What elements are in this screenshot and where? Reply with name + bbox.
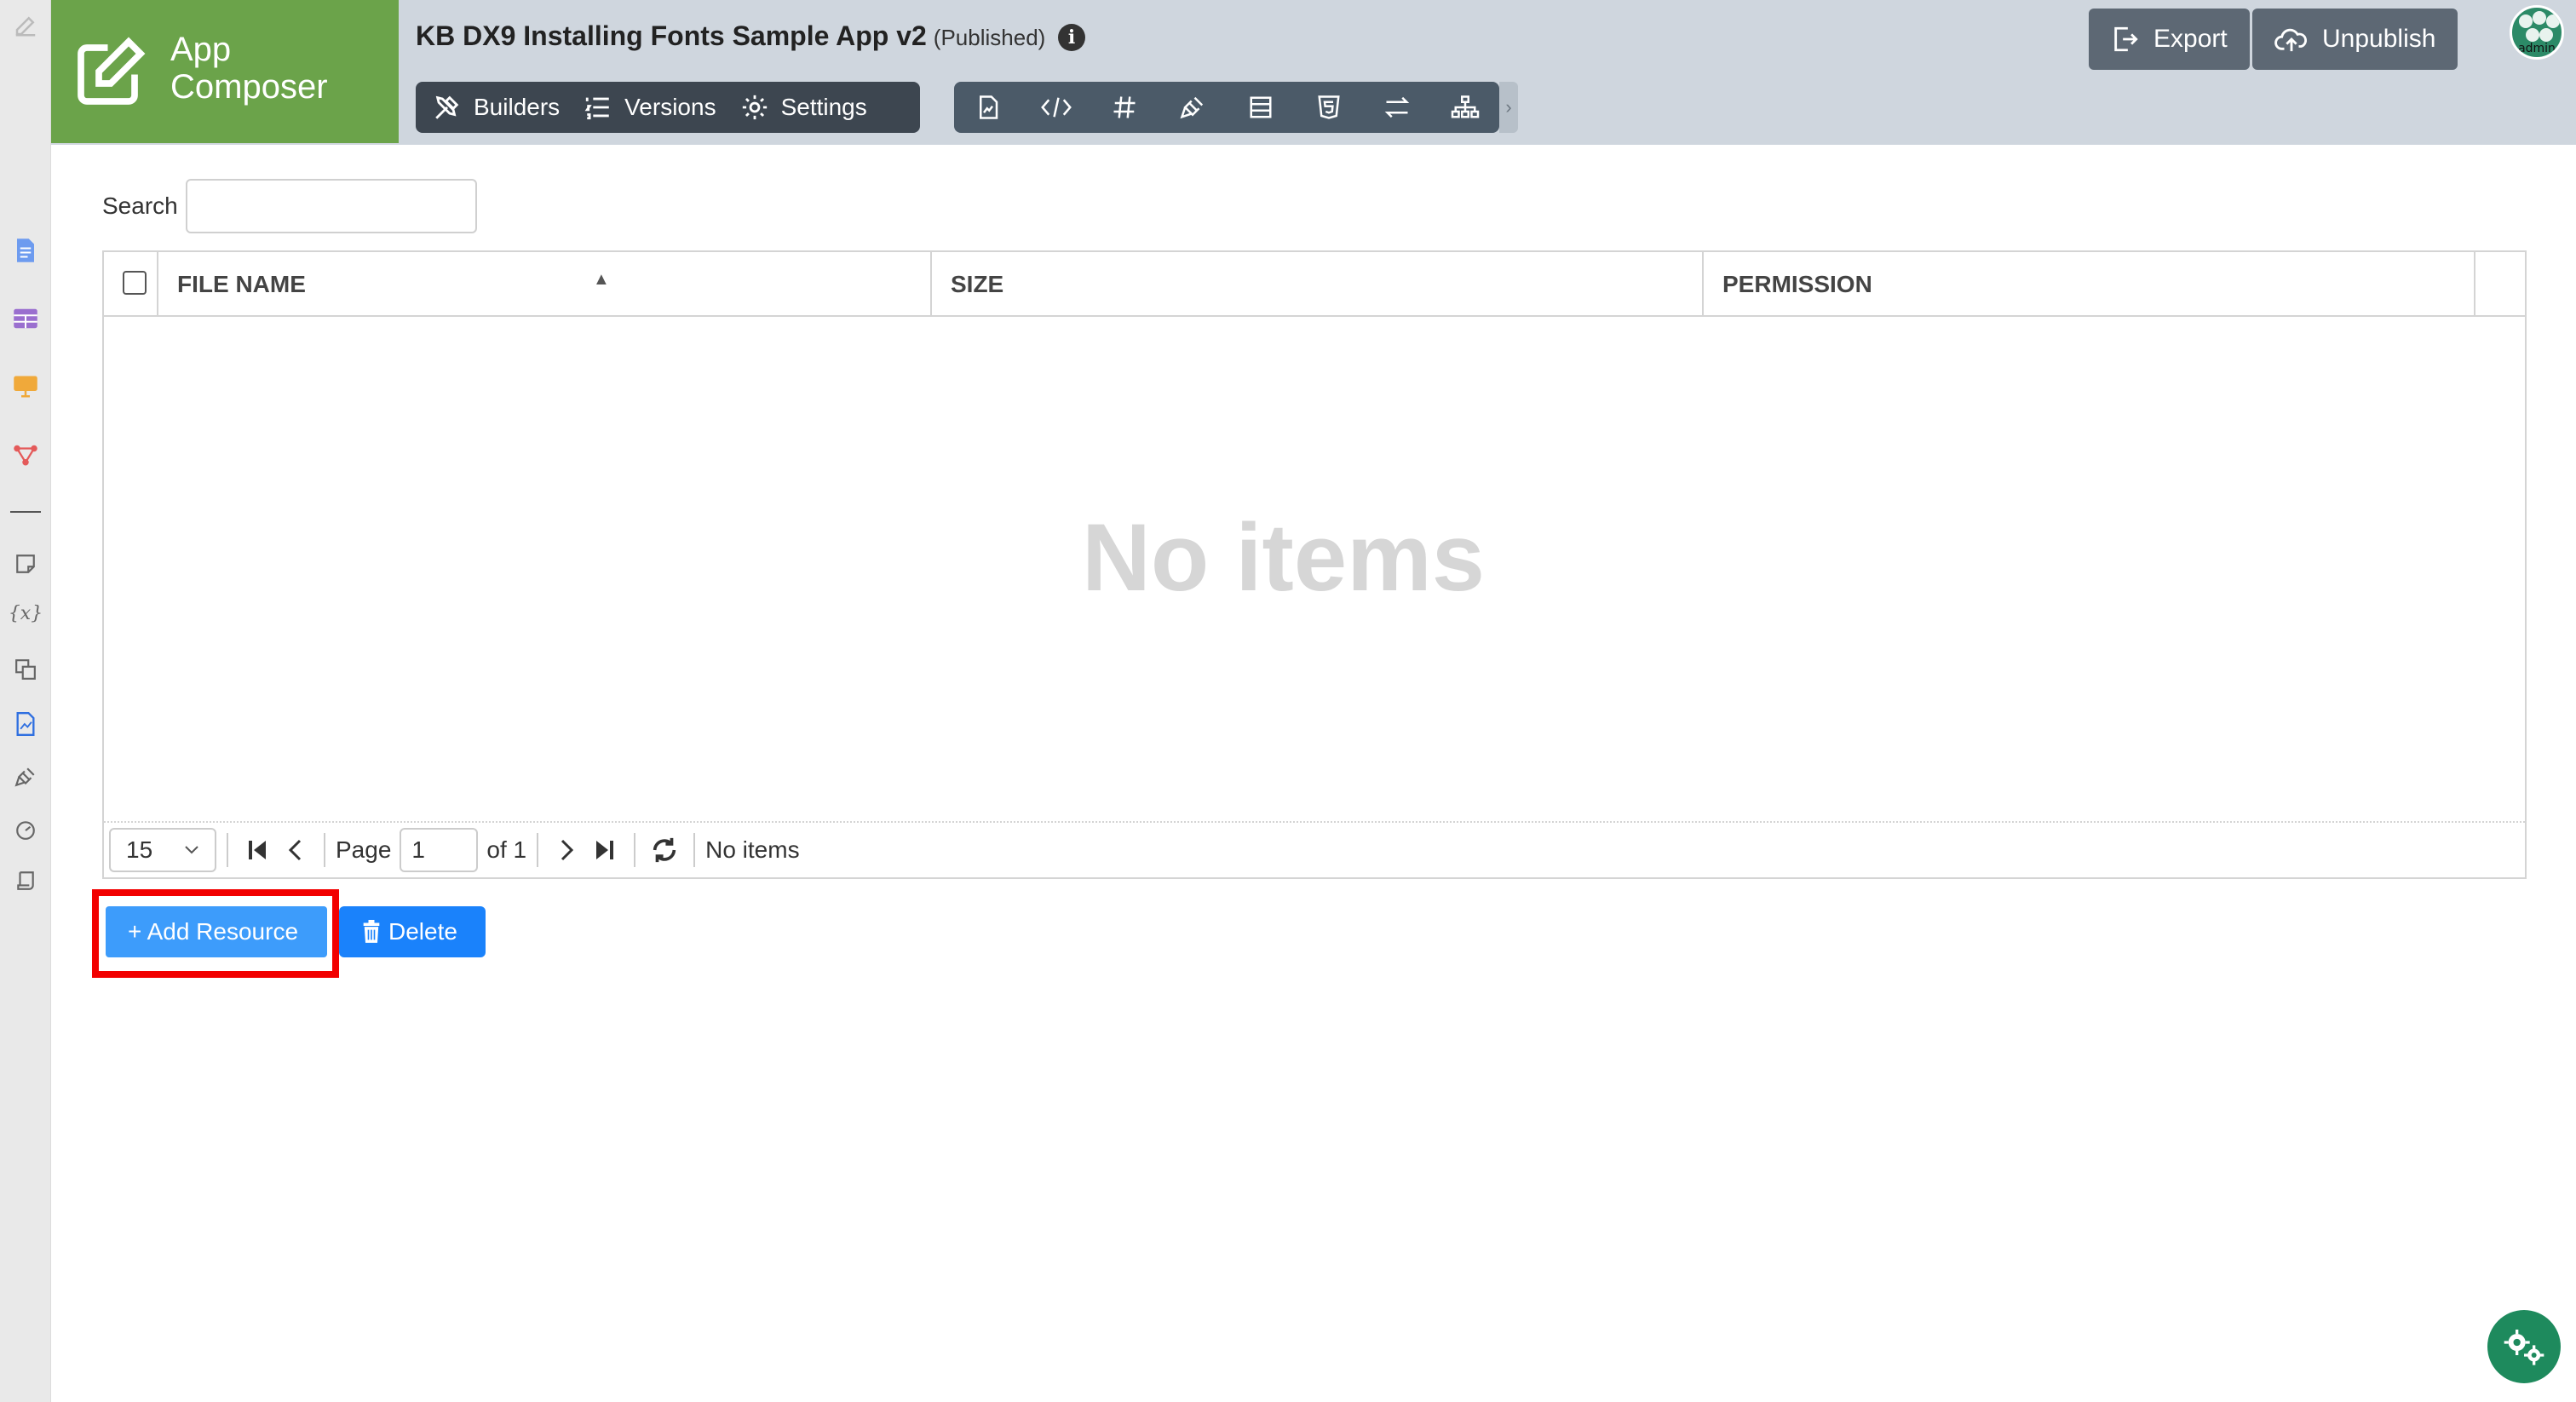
pagination-bar: 15 Page 1 of 1 No items xyxy=(104,821,2525,877)
performance-icon[interactable] xyxy=(12,816,39,843)
export-label: Export xyxy=(2153,25,2228,53)
column-size-label: SIZE xyxy=(951,271,1004,297)
avatar[interactable]: admin xyxy=(2510,5,2564,60)
page-size-value: 15 xyxy=(126,836,153,863)
pager-divider xyxy=(693,833,696,867)
sort-ascending-icon: ▲ xyxy=(593,270,610,289)
left-rail: {x} xyxy=(0,0,51,1402)
empty-table-message: No items xyxy=(1082,504,1485,611)
pager-status: No items xyxy=(705,836,800,863)
first-page-icon xyxy=(249,841,266,859)
html5-icon[interactable] xyxy=(1295,82,1363,133)
userview-builder-icon[interactable] xyxy=(12,373,39,400)
form-builder-icon[interactable] xyxy=(12,237,39,264)
previous-page-button[interactable] xyxy=(276,828,313,872)
pencil-square-icon xyxy=(75,36,147,107)
last-page-button[interactable] xyxy=(586,828,624,872)
builders-button[interactable]: Builders xyxy=(416,82,572,133)
app-name: KB DX9 Installing Fonts Sample App v2 xyxy=(416,20,927,51)
column-size[interactable]: SIZE xyxy=(932,252,1704,317)
report-icon[interactable] xyxy=(12,710,39,738)
next-page-button[interactable] xyxy=(549,828,586,872)
column-file-name[interactable]: FILE NAME ▲ xyxy=(158,252,932,317)
sitemap-icon[interactable] xyxy=(1431,82,1499,133)
pager-divider xyxy=(537,833,539,867)
list-numbered-icon xyxy=(584,97,609,120)
column-permission[interactable]: PERMISSION xyxy=(1704,252,2475,317)
chevron-left-icon xyxy=(288,839,302,861)
transfer-icon[interactable] xyxy=(1363,82,1431,133)
trash-icon xyxy=(363,920,380,943)
add-resource-label: + Add Resource xyxy=(128,918,299,945)
column-file-name-label: FILE NAME xyxy=(177,271,306,297)
rail-divider xyxy=(10,511,41,513)
avatar-label: admin xyxy=(2518,42,2556,55)
pager-divider xyxy=(324,833,325,867)
page-label: Page xyxy=(336,836,392,863)
builders-label: Builders xyxy=(474,94,561,120)
page-size-select[interactable]: 15 xyxy=(109,828,216,872)
chevron-down-icon xyxy=(185,846,198,854)
app-title: KB DX9 Installing Fonts Sample App v2 (Pu… xyxy=(416,20,1045,52)
export-button[interactable]: Export xyxy=(2089,9,2250,70)
process-builder-icon[interactable] xyxy=(12,441,39,468)
unpublish-label: Unpublish xyxy=(2322,25,2436,53)
toolbar-scroll-right-icon[interactable]: › xyxy=(1499,82,1518,133)
plugin-icon[interactable] xyxy=(12,763,39,790)
refresh-button[interactable] xyxy=(646,828,683,872)
refresh-icon xyxy=(653,837,676,863)
versions-label: Versions xyxy=(624,94,716,120)
table-header: FILE NAME ▲ SIZE PERMISSION xyxy=(104,252,2525,317)
gears-icon xyxy=(2504,1330,2544,1365)
delete-button[interactable]: Delete xyxy=(339,906,486,957)
edit-icon[interactable] xyxy=(12,12,39,39)
page-icon[interactable] xyxy=(954,82,1022,133)
code-icon[interactable] xyxy=(1022,82,1090,133)
page-total-label: of 1 xyxy=(486,836,527,863)
unpublish-button[interactable]: Unpublish xyxy=(2252,9,2458,70)
cloud-upload-icon xyxy=(2274,28,2307,52)
add-resource-button[interactable]: + Add Resource xyxy=(106,906,327,957)
search-input[interactable] xyxy=(186,179,477,233)
select-all-checkbox[interactable] xyxy=(123,271,147,295)
translate-icon[interactable] xyxy=(12,656,39,683)
hash-icon[interactable] xyxy=(1090,82,1159,133)
page-number-input[interactable]: 1 xyxy=(400,828,479,872)
search-label: Search xyxy=(102,192,178,219)
variables-icon[interactable]: {x} xyxy=(9,600,43,627)
chevron-right-icon xyxy=(561,839,574,861)
quick-settings-button[interactable] xyxy=(2487,1310,2561,1383)
delete-label: Delete xyxy=(388,918,457,945)
export-icon xyxy=(2114,26,2138,52)
tools-icon xyxy=(435,95,459,119)
settings-label: Settings xyxy=(780,94,867,120)
app-composer-title: App Composer xyxy=(170,31,328,106)
app-status: (Published) xyxy=(933,25,1046,50)
column-permission-label: PERMISSION xyxy=(1722,271,1872,297)
log-icon[interactable] xyxy=(12,867,39,894)
settings-button[interactable]: Settings xyxy=(728,82,879,133)
last-page-icon xyxy=(596,841,614,859)
versions-button[interactable]: Versions xyxy=(572,82,727,133)
select-all-cell xyxy=(104,252,158,317)
builder-nav: Builders Versions Settings xyxy=(416,82,920,133)
plugin-icon[interactable] xyxy=(1159,82,1227,133)
gear-icon xyxy=(742,95,767,120)
pager-divider xyxy=(227,833,228,867)
list-icon[interactable] xyxy=(1227,82,1295,133)
page-number-value: 1 xyxy=(411,836,425,863)
info-icon[interactable]: i xyxy=(1058,24,1085,51)
first-page-button[interactable] xyxy=(239,828,276,872)
pager-divider xyxy=(634,833,636,867)
note-icon[interactable] xyxy=(12,550,39,577)
tool-bar xyxy=(954,82,1499,133)
datalist-builder-icon[interactable] xyxy=(12,305,39,332)
